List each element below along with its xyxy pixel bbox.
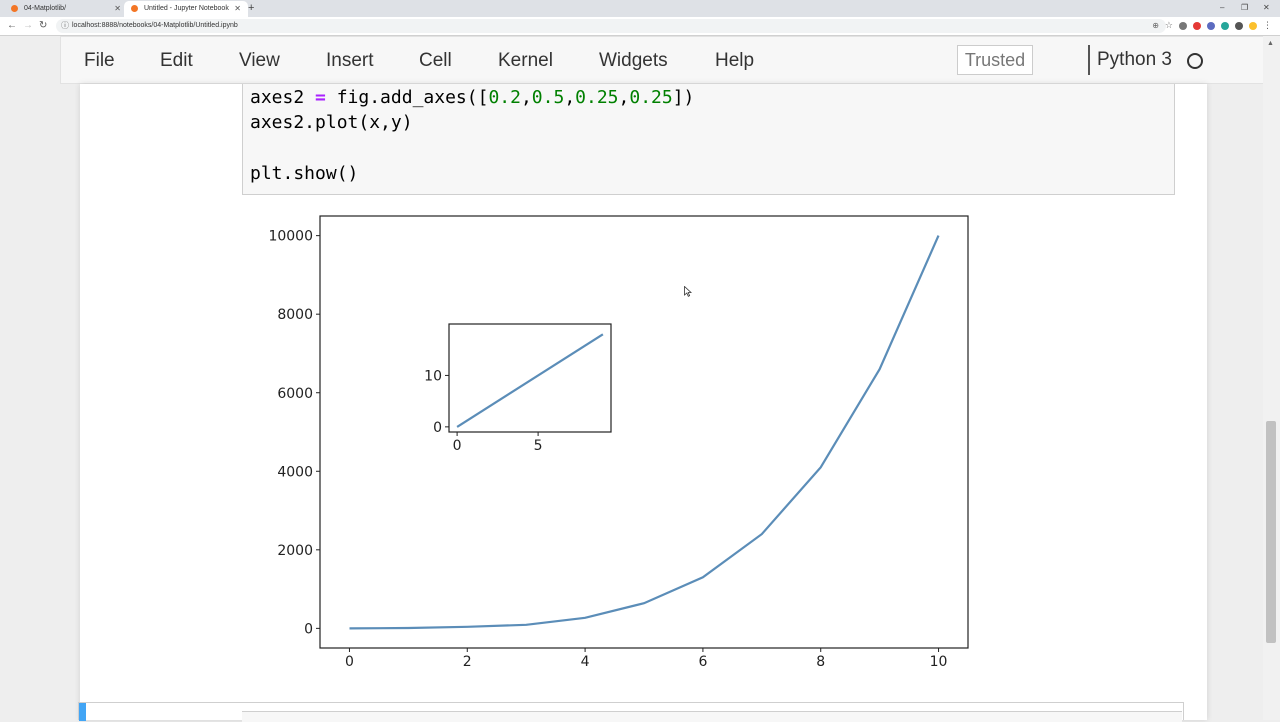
main-plot-ytick-label: 6000 (277, 386, 313, 402)
menu-view[interactable]: View (239, 49, 280, 73)
extension-icon[interactable] (1207, 21, 1215, 30)
tab-close-icon[interactable]: ✕ (234, 1, 241, 16)
main-plot-xtick-label: 2 (463, 654, 472, 670)
main-plot-ytick-label: 2000 (277, 543, 313, 559)
puzzle-extension-icon[interactable] (1235, 21, 1243, 30)
output-figure: 0 2 4 6 8 10 0 2000 4000 6000 8000 10000 0 5 0 10 (268, 215, 969, 670)
back-arrow-icon[interactable]: ← (7, 19, 17, 33)
inset-plot-xtick-label: 5 (534, 438, 543, 454)
extension-icon[interactable] (1221, 21, 1229, 30)
browser-tab-bar: 04-Matplotlib/ ✕ Untitled - Jupyter Note… (0, 0, 1280, 17)
main-plot-xtick-label: 10 (930, 654, 948, 670)
next-code-cell[interactable] (78, 702, 1184, 722)
tab-close-icon[interactable]: ✕ (114, 1, 121, 16)
info-icon[interactable]: ⓘ (61, 19, 69, 33)
browser-tab[interactable]: 04-Matplotlib/ ✕ (4, 1, 128, 17)
reload-icon[interactable]: ↻ (39, 19, 47, 33)
main-plot-axes: 0 2 4 6 8 10 0 2000 4000 6000 8000 10000 (268, 215, 969, 670)
main-plot-ytick-label: 8000 (277, 307, 313, 323)
main-plot-ytick-label: 4000 (277, 464, 313, 480)
browser-menu-icon[interactable]: ⋮ (1263, 20, 1272, 31)
inset-plot-xtick-label: 0 (453, 438, 462, 454)
tab-title: Untitled - Jupyter Notebook (144, 5, 229, 12)
url-text: localhost:8888/notebooks/04-Matplotlib/U… (72, 22, 238, 29)
browser-tab-active[interactable]: Untitled - Jupyter Notebook ✕ (124, 1, 248, 17)
main-plot-xtick-label: 6 (698, 654, 707, 670)
main-plot-ytick-label: 10000 (268, 229, 313, 245)
code-line: axes2 = fig.add_axes([0.2,0.5,0.25,0.25]… (250, 87, 695, 108)
forward-arrow-icon[interactable]: → (23, 19, 33, 33)
trusted-indicator[interactable]: Trusted (957, 45, 1033, 75)
close-window-button[interactable]: ✕ (1263, 0, 1270, 15)
browser-toolbar: ← → ↻ ⓘ localhost:8888/notebooks/04-Matp… (0, 17, 1280, 36)
new-tab-button[interactable]: + (248, 0, 254, 16)
mouse-cursor-icon (684, 286, 692, 297)
notebook-menubar: File Edit View Insert Cell Kernel Widget… (60, 36, 1268, 84)
main-plot-xtick-label: 4 (581, 654, 590, 670)
kernel-name[interactable]: Python 3 (1097, 48, 1172, 72)
code-line: axes2.plot(x,y) (250, 112, 413, 133)
main-plot-ytick-label: 0 (304, 621, 313, 637)
bookmark-star-icon[interactable]: ☆ (1165, 20, 1173, 31)
code-cell-input[interactable]: axes2 = fig.add_axes([0.2,0.5,0.25,0.25]… (242, 84, 1175, 195)
inset-plot-ytick-label: 0 (433, 420, 442, 436)
menu-help[interactable]: Help (715, 49, 754, 73)
extensions-area: ⊕ ☆ ⋮ (1152, 20, 1272, 31)
code-line: plt.show() (250, 163, 359, 184)
page-scrollbar[interactable]: ▲ (1263, 36, 1280, 720)
inset-plot-ytick-label: 10 (424, 368, 442, 384)
next-cell-input[interactable] (242, 711, 1182, 722)
youtube-extension-icon[interactable] (1193, 21, 1201, 30)
address-bar[interactable]: ⓘ localhost:8888/notebooks/04-Matplotlib… (56, 19, 1166, 33)
zoom-icon[interactable]: ⊕ (1152, 21, 1159, 30)
selected-cell-indicator (79, 703, 86, 721)
jupyter-favicon-icon (131, 5, 138, 12)
menu-edit[interactable]: Edit (160, 49, 193, 73)
main-plot-frame (319, 215, 969, 649)
kernel-divider (1088, 45, 1090, 75)
scrollbar-thumb[interactable] (1266, 421, 1276, 643)
scroll-up-icon[interactable]: ▲ (1267, 40, 1274, 47)
minimize-button[interactable]: – (1220, 0, 1224, 15)
kernel-idle-icon (1187, 53, 1203, 69)
restore-button[interactable]: ❐ (1241, 0, 1248, 15)
shield-extension-icon[interactable] (1179, 21, 1187, 30)
menu-kernel[interactable]: Kernel (498, 49, 553, 73)
menu-cell[interactable]: Cell (419, 49, 452, 73)
menu-widgets[interactable]: Widgets (599, 49, 668, 73)
tab-title: 04-Matplotlib/ (24, 5, 67, 12)
main-plot-xtick-label: 8 (816, 654, 825, 670)
profile-avatar-icon[interactable] (1249, 21, 1257, 30)
jupyter-favicon-icon (11, 5, 18, 12)
main-plot-xtick-label: 0 (345, 654, 354, 670)
menu-insert[interactable]: Insert (326, 49, 374, 73)
menu-file[interactable]: File (84, 49, 115, 73)
